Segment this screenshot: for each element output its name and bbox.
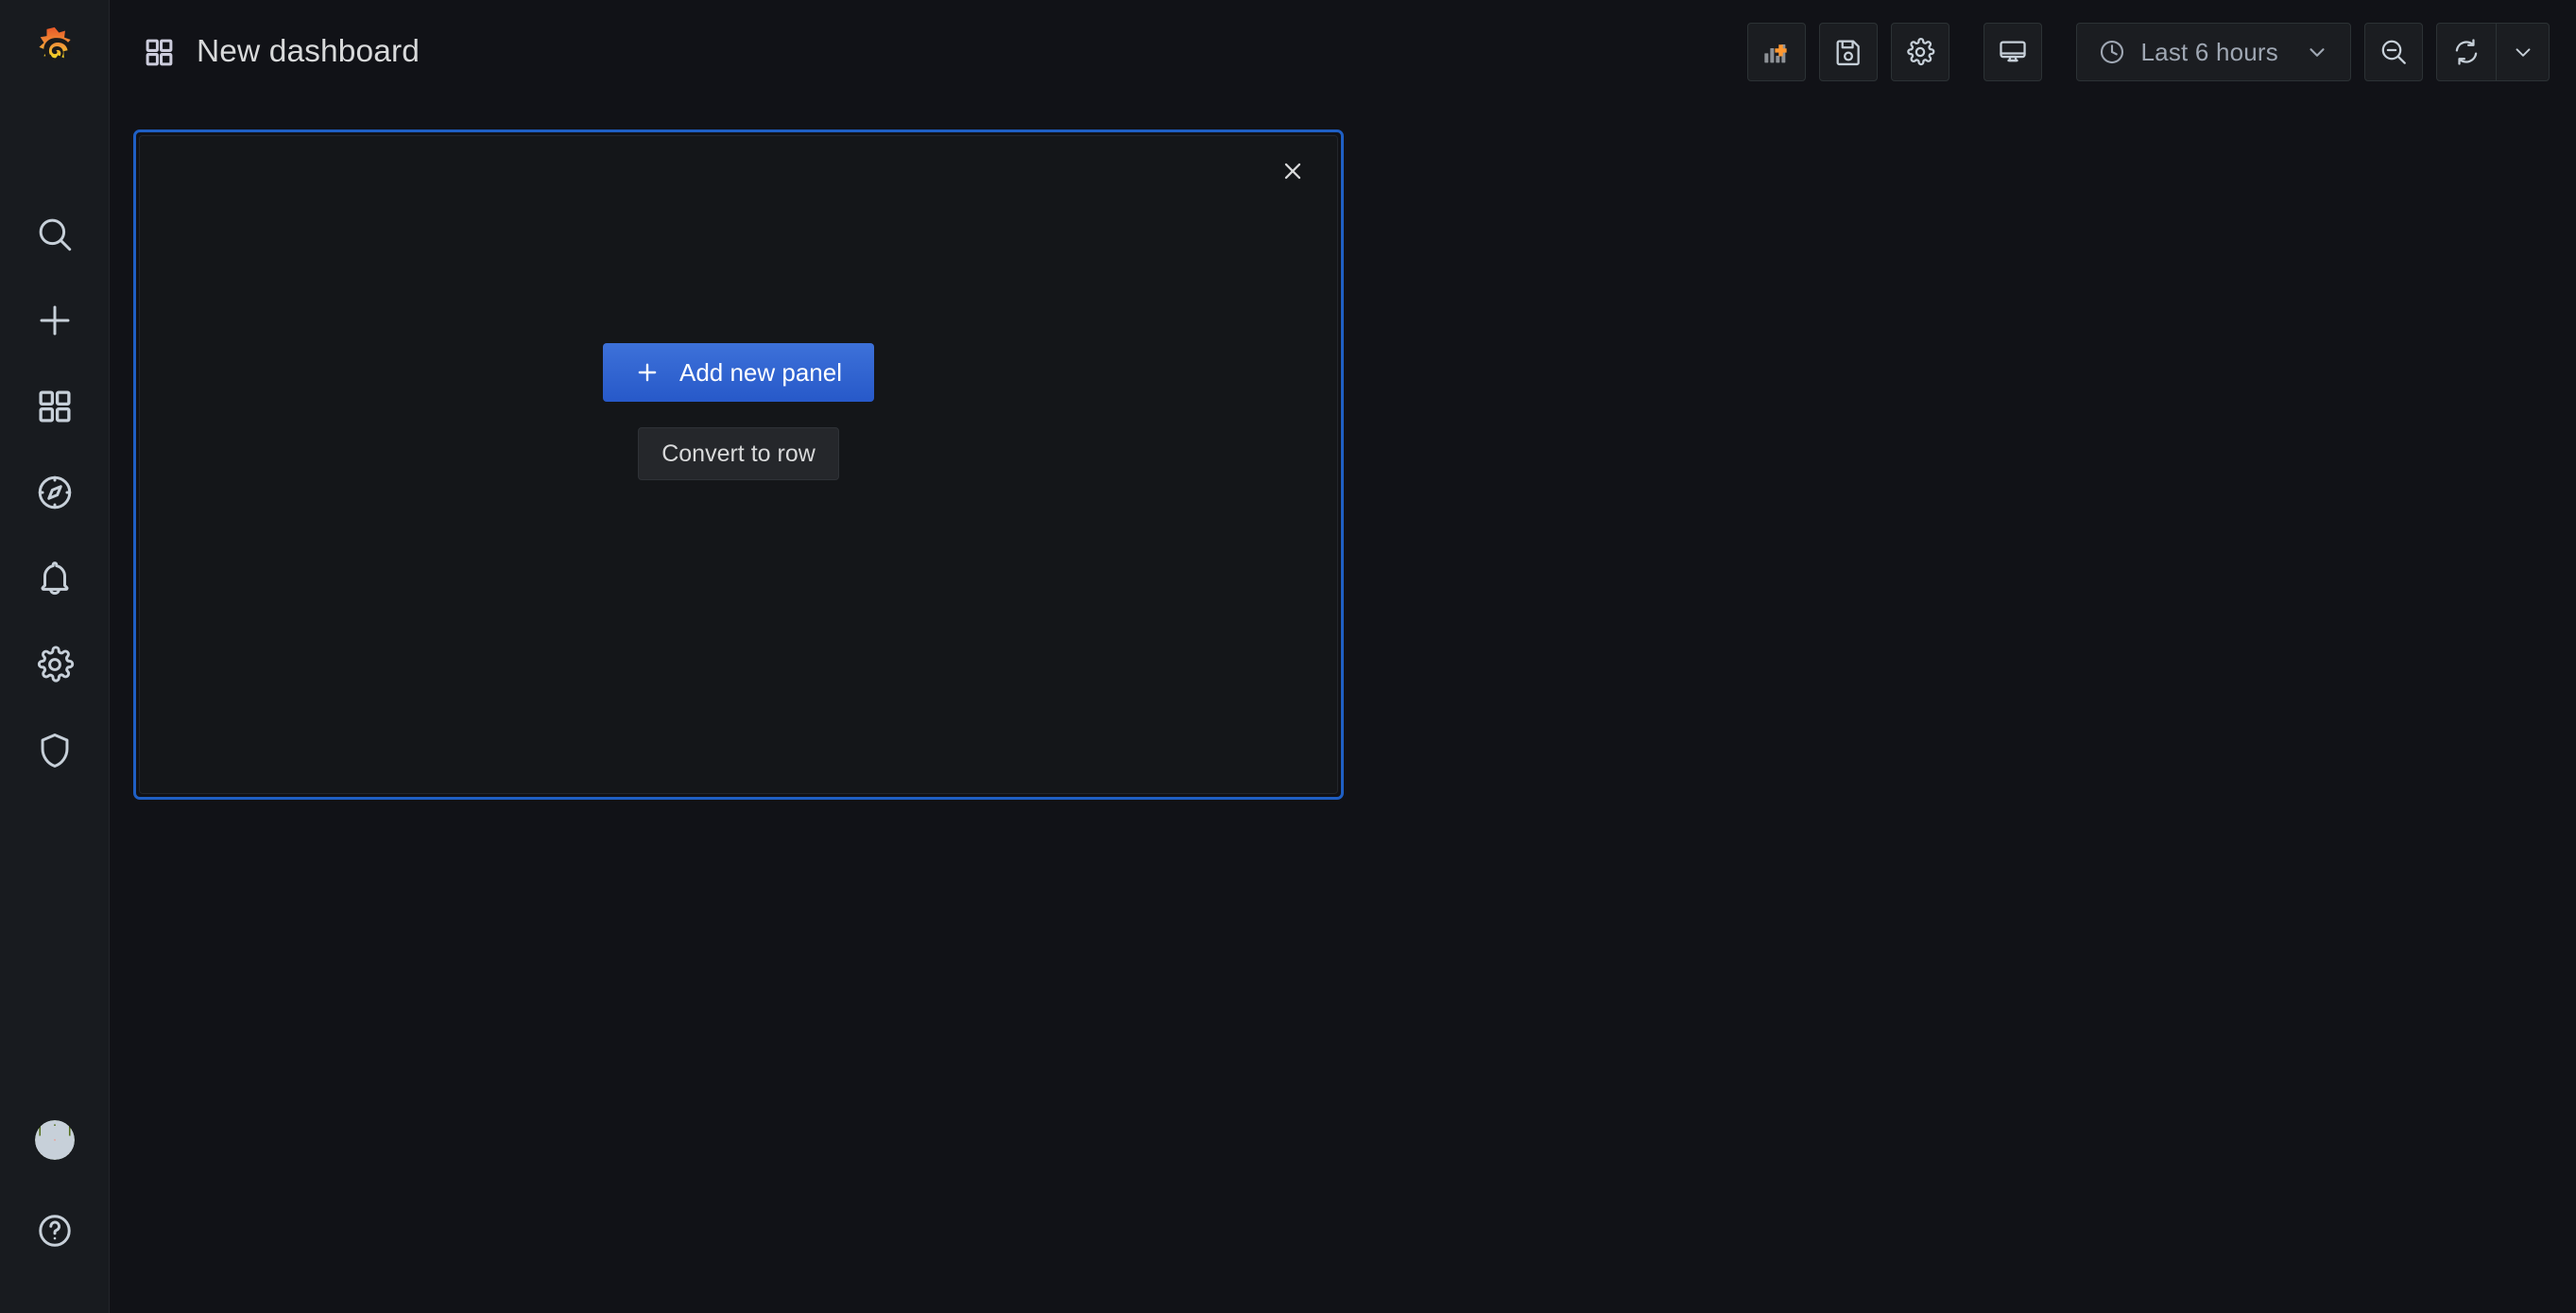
search-icon <box>35 215 75 254</box>
save-dashboard-button[interactable] <box>1819 23 1878 81</box>
sidebar-item-dashboards[interactable] <box>0 363 110 449</box>
dashboard-settings-button[interactable] <box>1891 23 1949 81</box>
sidebar-item-create[interactable] <box>0 277 110 363</box>
add-panel-widget-body: Add new panel Convert to row <box>139 135 1338 794</box>
grafana-app: New dashboard <box>0 0 2576 1313</box>
apps-grid-icon <box>35 387 75 426</box>
add-panel-button[interactable] <box>1747 23 1806 81</box>
refresh-button-group <box>2436 23 2550 81</box>
time-range-picker[interactable]: Last 6 hours <box>2076 23 2352 81</box>
avatar <box>35 1120 75 1160</box>
gear-icon <box>1905 37 1935 67</box>
add-panel-widget[interactable]: Add new panel Convert to row <box>133 130 1344 800</box>
main-navigation-sidebar <box>0 0 110 1313</box>
refresh-icon <box>2451 37 2482 67</box>
grafana-logo-link[interactable] <box>0 0 110 104</box>
dashboard-canvas: Add new panel Convert to row <box>110 104 2576 1313</box>
time-range-value: Last 6 hours <box>2141 38 2279 67</box>
breadcrumb[interactable]: New dashboard <box>144 34 420 70</box>
sidebar-primary-nav <box>0 191 110 793</box>
save-floppy-icon <box>1833 37 1863 67</box>
plus-icon <box>35 301 75 340</box>
sidebar-item-user-profile[interactable] <box>0 1093 110 1187</box>
sidebar-item-server-admin[interactable] <box>0 707 110 793</box>
dashboard-grid-icon <box>144 37 175 68</box>
dashboard-toolbar: Last 6 hours <box>1747 23 2550 81</box>
zoom-out-time-button[interactable] <box>2364 23 2423 81</box>
search-minus-icon <box>2379 37 2409 67</box>
add-panel-icon <box>1761 37 1792 67</box>
compass-icon <box>35 473 75 512</box>
refresh-dashboard-button[interactable] <box>2437 24 2496 80</box>
sidebar-item-alerting[interactable] <box>0 535 110 621</box>
chevron-down-icon <box>2305 40 2329 64</box>
close-widget-button[interactable] <box>1271 149 1314 193</box>
sidebar-item-explore[interactable] <box>0 449 110 535</box>
add-new-panel-label: Add new panel <box>679 358 842 388</box>
dashboard-header: New dashboard <box>110 0 2576 104</box>
monitor-tv-icon <box>1998 37 2028 67</box>
refresh-interval-dropdown[interactable] <box>2496 24 2549 80</box>
page-title: New dashboard <box>197 34 420 70</box>
grafana-logo-icon <box>27 25 82 79</box>
gear-icon <box>35 645 75 684</box>
chevron-down-icon <box>2511 40 2535 64</box>
add-new-panel-button[interactable]: Add new panel <box>603 343 874 402</box>
close-x-icon <box>1280 159 1305 183</box>
add-panel-widget-actions: Add new panel Convert to row <box>603 343 874 480</box>
clock-icon <box>2098 38 2126 66</box>
sidebar-bottom-nav <box>0 1093 110 1313</box>
bell-icon <box>35 559 75 598</box>
sidebar-item-help[interactable] <box>0 1187 110 1273</box>
sidebar-item-configuration[interactable] <box>0 621 110 707</box>
question-circle-icon <box>35 1211 75 1251</box>
plus-icon <box>635 360 660 385</box>
sidebar-item-search[interactable] <box>0 191 110 277</box>
kiosk-mode-button[interactable] <box>1984 23 2042 81</box>
shield-icon <box>35 731 75 770</box>
convert-to-row-button[interactable]: Convert to row <box>638 427 839 480</box>
